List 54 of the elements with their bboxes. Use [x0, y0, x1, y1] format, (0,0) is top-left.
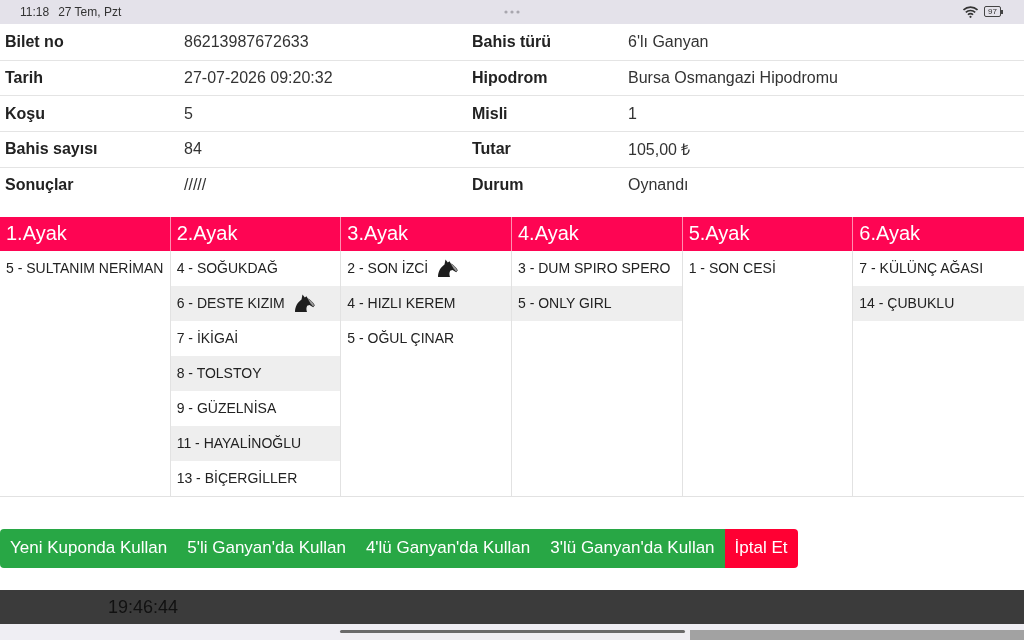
detail-value: /////	[184, 176, 208, 195]
use-coupon-button[interactable]: 5'li Ganyan'da Kullan	[177, 528, 356, 569]
detail-label: Sonuçlar	[5, 176, 75, 195]
use-coupon-button[interactable]: Yeni Kuponda Kullan	[0, 528, 178, 569]
runner-name: 4 - SOĞUKDAĞ	[176, 258, 278, 278]
detail-label: Misli	[472, 104, 509, 123]
runner-name: 11 - HAYALİNOĞLU	[176, 433, 302, 453]
leg-header: 5.Ayak	[681, 216, 853, 251]
runner-name: 3 - DUM SPIRO SPERO	[518, 258, 671, 278]
detail-label: Tutar	[472, 140, 512, 159]
detail-label: Bahis sayısı	[5, 140, 99, 159]
detail-value: 86213987672633	[184, 32, 310, 51]
detail-value: Oynandı	[628, 176, 690, 195]
use-coupon-button[interactable]: 3'lü Ganyan'da Kullan	[540, 528, 725, 569]
detail-label: Koşu	[5, 104, 46, 123]
cancel-button[interactable]: İptal Et	[724, 528, 798, 569]
runner-name: 13 - BİÇERGİLLER	[176, 468, 298, 488]
detail-value: 6'lı Ganyan	[628, 32, 710, 51]
runner-name: 8 - TOLSTOY	[176, 363, 262, 383]
runner-name: 5 - ONLY GIRL	[518, 293, 612, 313]
runner-name: 7 - İKİGAİ	[176, 328, 239, 348]
battery-indicator: 97	[984, 6, 1001, 18]
use-coupon-button[interactable]: 4'lü Ganyan'da Kullan	[355, 528, 541, 569]
runner-name: 2 - SON İZCİ	[347, 258, 429, 278]
detail-label: Tarih	[5, 68, 44, 87]
horizontal-scrollbar[interactable]	[690, 630, 1024, 640]
detail-label: Bilet no	[5, 32, 65, 51]
runner-name: 5 - OĞUL ÇINAR	[347, 328, 455, 348]
runner-name: 14 - ÇUBUKLU	[859, 293, 955, 313]
detail-value: 84	[184, 140, 203, 159]
runner-name: 7 - KÜLÜNÇ AĞASI	[859, 258, 984, 278]
detail-value: 5	[184, 104, 194, 123]
leg-header: 1.Ayak	[0, 216, 170, 251]
home-indicator[interactable]	[340, 630, 685, 633]
detail-label: Bahis türü	[472, 32, 553, 51]
leg-header: 2.Ayak	[169, 216, 341, 251]
detail-label: Durum	[472, 176, 525, 195]
detail-value: 27-07-2026 09:20:32	[184, 68, 334, 87]
runner-name: 5 - SULTANIM NERİMAN	[6, 258, 164, 278]
runner-name: 6 - DESTE KIZIM	[176, 293, 285, 313]
detail-value: 1	[628, 104, 638, 123]
runner-name: 9 - GÜZELNİSA	[176, 398, 277, 418]
runner-name: 1 - SON CESİ	[688, 258, 776, 278]
drag-handle-icon[interactable]	[504, 9, 521, 14]
detail-value: Bursa Osmangazi Hipodromu	[628, 68, 839, 87]
wifi-icon	[963, 5, 979, 18]
runner-name: 4 - HIZLI KEREM	[347, 293, 456, 313]
status-date: 27 Tem, Pzt	[58, 4, 122, 19]
leg-header: 6.Ayak	[852, 216, 1024, 251]
leg-header: 4.Ayak	[511, 216, 682, 251]
leg-header: 3.Ayak	[340, 216, 511, 251]
detail-value: 105,00 ₺	[628, 140, 692, 161]
status-time: 11:18	[20, 4, 50, 19]
detail-label: Hipodrom	[472, 68, 549, 87]
